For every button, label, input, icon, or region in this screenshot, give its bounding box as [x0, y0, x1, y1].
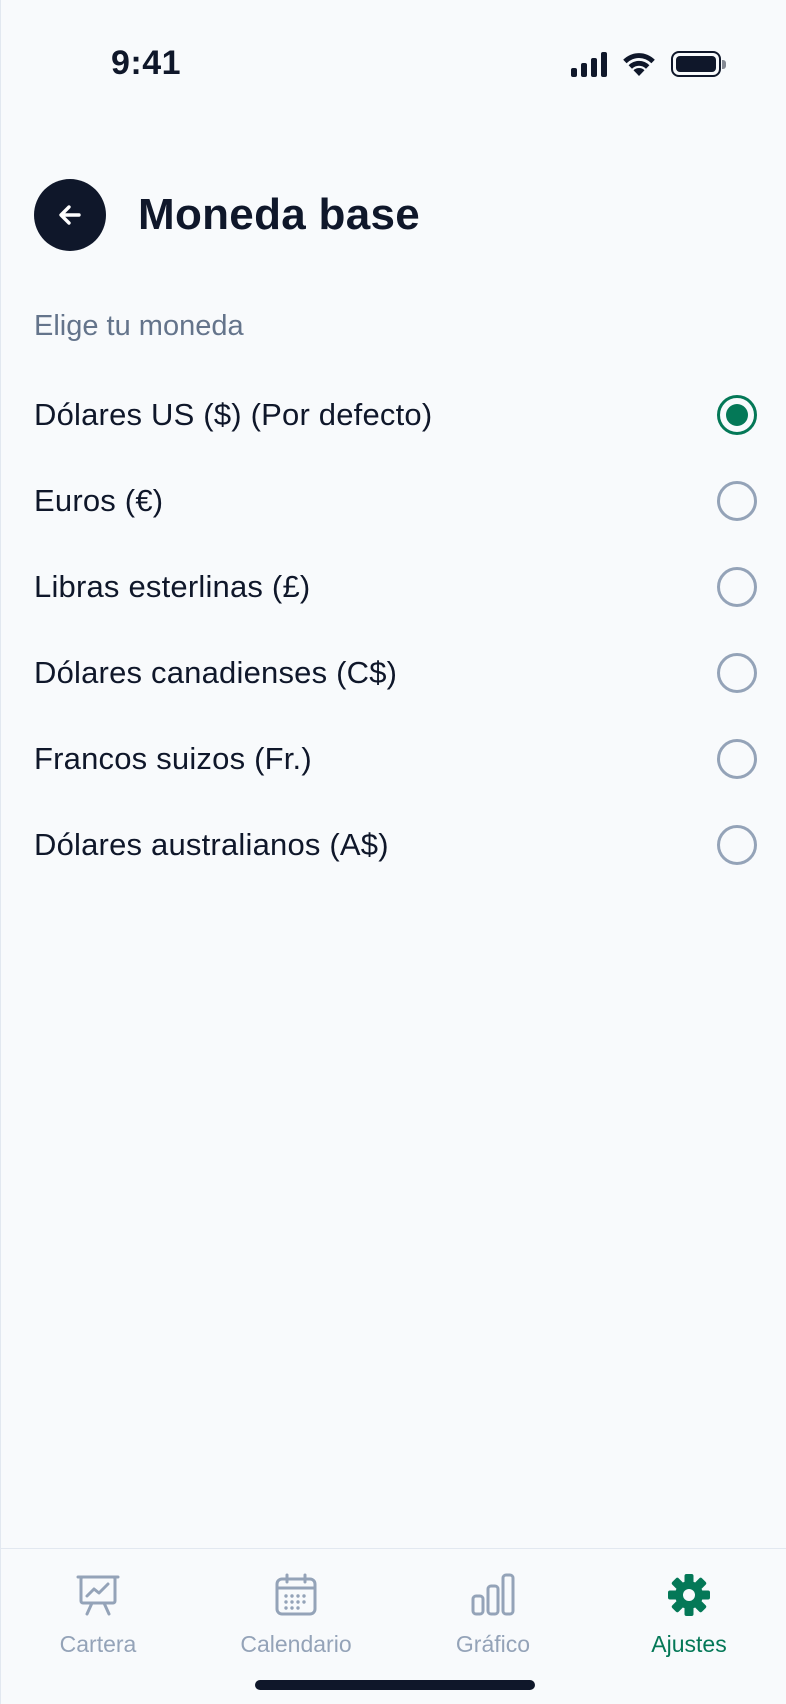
status-time: 9:41 [111, 44, 182, 82]
currency-option-label: Libras esterlinas (£) [34, 569, 311, 604]
section-label: Elige tu moneda [34, 310, 244, 342]
tab-ajustes[interactable]: Ajustes [599, 1571, 779, 1658]
tab-grafico[interactable]: Gráfico [403, 1571, 583, 1658]
battery-icon [671, 50, 726, 77]
tab-cartera[interactable]: Cartera [8, 1571, 188, 1658]
presentation-chart-icon [74, 1571, 122, 1619]
tab-label: Cartera [59, 1631, 137, 1657]
back-button[interactable] [34, 179, 106, 251]
home-indicator [255, 1680, 535, 1690]
currency-option-label: Euros (€) [34, 483, 164, 518]
arrow-left-icon [59, 205, 81, 225]
currency-option-label: Dólares canadienses (C$) [34, 655, 398, 690]
page-title: Moneda base [138, 190, 421, 239]
currency-option-list: Dólares US ($) (Por defecto) Euros (€) L… [34, 372, 758, 888]
tab-calendario[interactable]: Calendario [206, 1571, 386, 1658]
tab-label: Calendario [240, 1631, 352, 1657]
currency-settings-screen: 9:41 Moneda base Elige tu moneda Dólares… [0, 0, 786, 1704]
radio-button-selected[interactable] [717, 395, 757, 435]
currency-option-eur[interactable]: Euros (€) [34, 458, 758, 544]
currency-option-usd[interactable]: Dólares US ($) (Por defecto) [34, 372, 758, 458]
currency-option-gbp[interactable]: Libras esterlinas (£) [34, 544, 758, 630]
status-bar: 9:41 [1, 0, 786, 130]
page-header: Moneda base [34, 179, 420, 251]
currency-option-label: Francos suizos (Fr.) [34, 741, 312, 776]
currency-option-cad[interactable]: Dólares canadienses (C$) [34, 630, 758, 716]
tab-label: Gráfico [455, 1631, 531, 1657]
currency-option-label: Dólares US ($) (Por defecto) [34, 397, 433, 432]
wifi-icon [623, 53, 655, 76]
cellular-signal-icon [571, 51, 607, 77]
status-icons [571, 50, 726, 77]
bar-chart-icon [469, 1571, 517, 1619]
tab-label: Ajustes [651, 1631, 727, 1657]
radio-button[interactable] [717, 739, 757, 779]
currency-option-label: Dólares australianos (A$) [34, 827, 389, 862]
radio-button[interactable] [717, 567, 757, 607]
radio-button[interactable] [717, 825, 757, 865]
radio-button[interactable] [717, 653, 757, 693]
calendar-icon [272, 1571, 320, 1619]
gear-icon [665, 1571, 713, 1619]
radio-button[interactable] [717, 481, 757, 521]
currency-option-chf[interactable]: Francos suizos (Fr.) [34, 716, 758, 802]
currency-option-aud[interactable]: Dólares australianos (A$) [34, 802, 758, 888]
